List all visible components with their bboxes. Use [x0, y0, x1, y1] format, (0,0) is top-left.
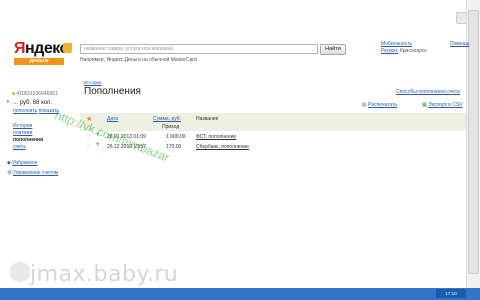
nav-payments[interactable]: платежи — [13, 130, 32, 136]
search-button[interactable]: Найти — [320, 44, 346, 55]
region-selector[interactable]: Регион: Красноярск — [381, 48, 427, 54]
logo-word: ндекс — [25, 40, 68, 57]
income-plus-icon: + — [96, 142, 100, 148]
row-name-link[interactable]: Сбербанк, пополнение — [196, 144, 249, 150]
favorites-link[interactable]: Избранное — [12, 160, 37, 166]
region-value: Красноярск — [399, 48, 427, 54]
yandex-logo[interactable]: Яндекс — [14, 40, 68, 58]
mobility-link[interactable]: Мобильность — [381, 41, 412, 47]
csv-icon: ▦ — [422, 102, 427, 108]
print-link[interactable]: Распечатать — [368, 102, 397, 108]
column-name: Название — [196, 116, 219, 122]
row-amount: 1 000.00 — [166, 134, 186, 140]
balance: ... руб. 68 коп. — [13, 100, 53, 106]
favorites-item[interactable]: ◆ Избранное — [7, 160, 38, 166]
baby-ru-logo-icon — [10, 262, 30, 282]
search-hint: Например, Яндекс.Деньги на обычной Maste… — [80, 57, 197, 63]
account-number-text: 410011536646951 — [16, 91, 58, 97]
region-label[interactable]: Регион: — [381, 48, 398, 54]
watermark-site: jmax.baby.ru — [30, 262, 179, 287]
export-action[interactable]: ▦ Экспорт в CSV — [422, 102, 463, 108]
balance-actions: пополнить показать — [13, 108, 59, 114]
search-input[interactable] — [80, 44, 318, 54]
row-name-link[interactable]: ФСТ, пополнение — [196, 134, 236, 140]
scrollbar-thumb[interactable] — [468, 10, 479, 274]
table-header — [80, 113, 466, 131]
nav-top-ups-active[interactable]: пополнения — [13, 137, 43, 143]
favorite-star-icon[interactable]: ☆ — [86, 143, 91, 150]
column-amount[interactable]: Сумма, руб. — [153, 116, 181, 122]
account-number: ■ 410011536646951 — [12, 91, 58, 97]
logo-letter: Я — [14, 40, 26, 57]
page-title: Пополнения — [84, 86, 141, 97]
breadcrumb[interactable]: История — [84, 80, 101, 85]
logo-subtitle[interactable]: деньги — [14, 58, 64, 65]
settings-icon: ⚙ — [7, 170, 12, 176]
window-top-bar — [0, 0, 480, 8]
printer-icon: ▤ — [362, 102, 367, 108]
column-income: Приход — [162, 124, 180, 130]
search-hint-text: Например, Яндекс.Деньги на обычной Maste… — [80, 57, 197, 63]
top-up-methods-link[interactable]: Способы пополнения счета — [396, 89, 460, 95]
row-amount: 170.00 — [166, 144, 182, 150]
wallet-icon — [63, 43, 72, 53]
favorites-icon: ◆ — [7, 160, 11, 166]
export-csv-link[interactable]: Экспорт в CSV — [428, 102, 463, 108]
wallet-small-icon: ■ — [12, 91, 16, 97]
manage-account-item[interactable]: ⚙ Управление счетом — [7, 170, 58, 176]
nav-history[interactable]: История — [13, 123, 32, 129]
manage-account-link[interactable]: Управление счетом — [13, 170, 58, 176]
nav-bills[interactable]: счета — [13, 144, 26, 150]
tray-clock[interactable]: 17:10 — [436, 289, 466, 298]
print-action[interactable]: ▤ Распечатать — [362, 102, 397, 108]
top-up-link[interactable]: пополнить — [13, 108, 37, 114]
coin-icon: ● — [6, 99, 10, 105]
help-link[interactable]: Помощь — [450, 41, 469, 47]
taskbar — [0, 288, 480, 300]
column-date[interactable]: Дата — [107, 116, 118, 122]
